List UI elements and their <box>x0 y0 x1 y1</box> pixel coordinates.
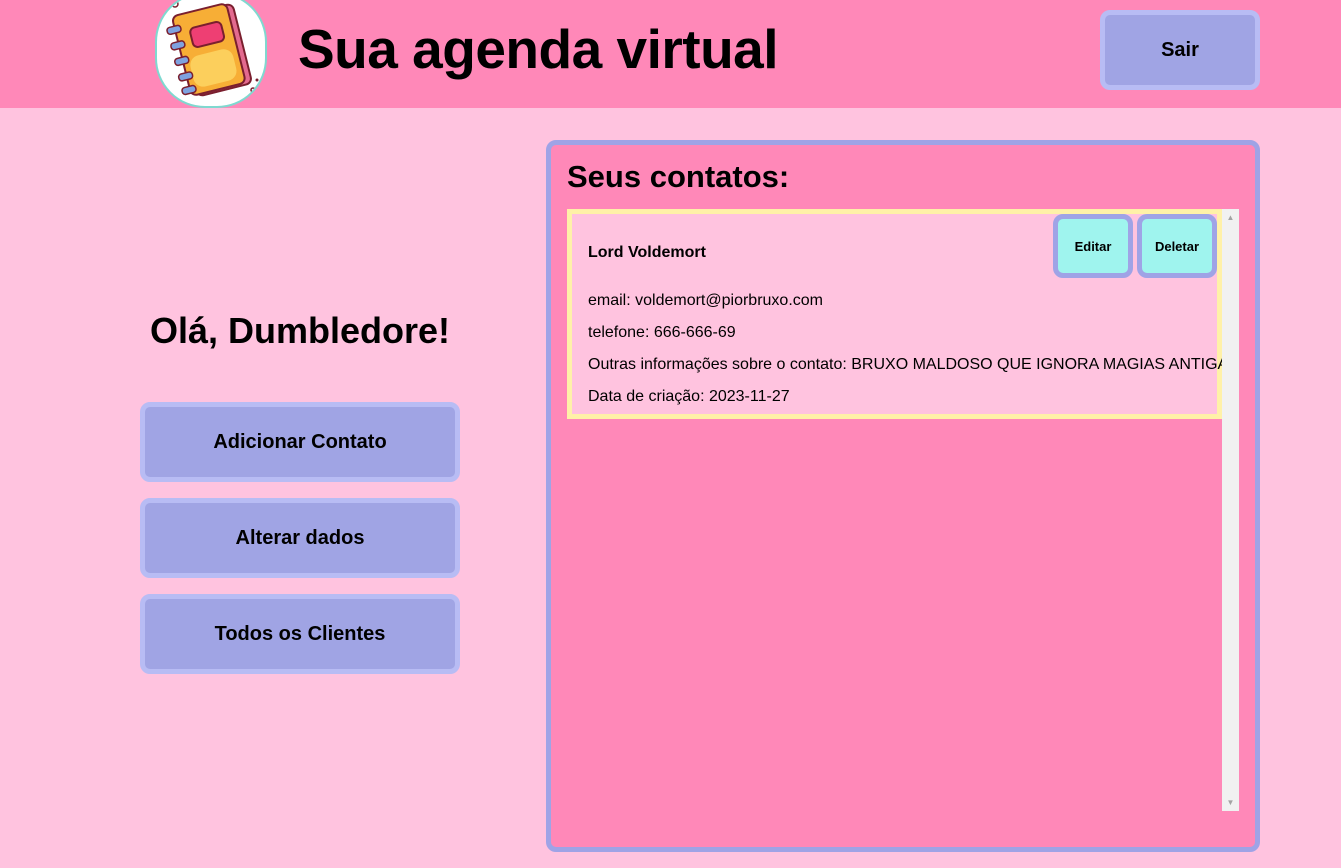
notebook-icon <box>155 0 267 108</box>
contact-name: Lord Voldemort <box>588 244 706 261</box>
delete-contact-button[interactable]: Deletar <box>1137 214 1217 278</box>
scroll-down-icon[interactable]: ▼ <box>1222 794 1239 811</box>
contacts-panel: Seus contatos: Lord Voldemort Editar Del… <box>546 140 1260 852</box>
contact-card: Lord Voldemort Editar Deletar email: vol… <box>567 209 1239 419</box>
contact-phone: telefone: 666-666-69 <box>588 324 736 341</box>
contacts-list[interactable]: Lord Voldemort Editar Deletar email: vol… <box>567 209 1239 811</box>
add-contact-button[interactable]: Adicionar Contato <box>140 402 460 482</box>
contact-created-date: Data de criação: 2023-11-27 <box>588 388 790 405</box>
page-title: Sua agenda virtual <box>298 18 779 80</box>
scrollbar[interactable]: ▲ ▼ <box>1222 209 1239 811</box>
scroll-up-icon[interactable]: ▲ <box>1222 209 1239 226</box>
exit-button[interactable]: Sair <box>1100 10 1260 90</box>
contact-email: email: voldemort@piorbruxo.com <box>588 292 823 309</box>
all-clients-button[interactable]: Todos os Clientes <box>140 594 460 674</box>
edit-contact-button[interactable]: Editar <box>1053 214 1133 278</box>
contact-info: Outras informações sobre o contato: BRUX… <box>588 356 1239 373</box>
app-header: Sua agenda virtual Sair <box>0 0 1341 108</box>
contacts-title: Seus contatos: <box>567 159 790 194</box>
edit-data-button[interactable]: Alterar dados <box>140 498 460 578</box>
greeting-text: Olá, Dumbledore! <box>149 310 451 351</box>
